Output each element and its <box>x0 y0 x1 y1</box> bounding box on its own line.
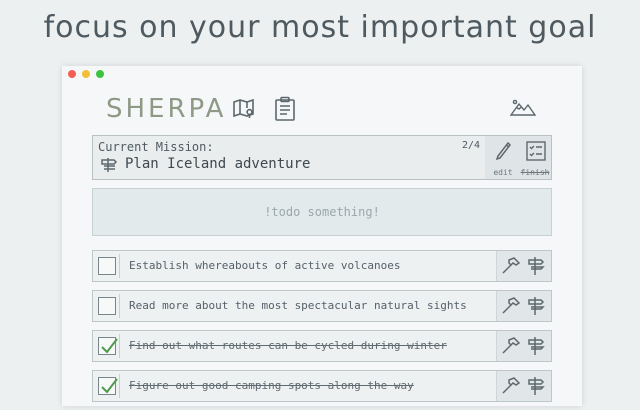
task-list: Establish whereabouts of active volcanoe… <box>92 250 552 410</box>
signpost-icon <box>99 157 119 177</box>
headline: focus on your most important goal <box>43 10 597 45</box>
mission-title: Plan Iceland adventure <box>125 156 311 172</box>
check-icon <box>101 378 118 394</box>
close-window-button[interactable] <box>68 70 76 78</box>
task-checkbox[interactable] <box>96 254 120 278</box>
task-text: Establish whereabouts of active volcanoe… <box>129 259 401 272</box>
finish-mission-button[interactable]: finish <box>519 136 551 179</box>
finish-label: finish <box>520 168 550 177</box>
task-actions <box>496 331 551 361</box>
pencil-icon <box>495 141 511 161</box>
checklist-icon <box>526 141 546 161</box>
signpost-icon[interactable] <box>526 336 548 356</box>
hammer-icon[interactable] <box>500 336 522 356</box>
app-window: SHERPA Current Mission: 2/4 Plan Iceland… <box>62 66 582 406</box>
mission-label: Current Mission: <box>98 140 214 154</box>
edit-label: edit <box>493 168 513 177</box>
clipboard-icon[interactable] <box>274 96 296 126</box>
task-item: Figure out good camping spots along the … <box>92 370 552 402</box>
task-actions <box>496 371 551 401</box>
brand-logo: SHERPA <box>106 94 227 124</box>
task-text: Find out what routes can be cycled durin… <box>129 339 447 352</box>
hammer-icon[interactable] <box>500 376 522 396</box>
check-icon <box>101 338 118 354</box>
mission-actions: edit finish <box>485 136 551 179</box>
signpost-icon[interactable] <box>526 296 548 316</box>
mission-progress: 2/4 <box>462 140 481 151</box>
hammer-icon[interactable] <box>500 256 522 276</box>
edit-mission-button[interactable]: edit <box>487 136 519 179</box>
task-item: Find out what routes can be cycled durin… <box>92 330 552 362</box>
task-checkbox[interactable] <box>96 374 120 398</box>
map-pin-icon[interactable] <box>232 97 256 125</box>
signpost-icon[interactable] <box>526 256 548 276</box>
task-actions <box>496 291 551 321</box>
task-actions <box>496 251 551 281</box>
current-mission-panel: Current Mission: 2/4 Plan Iceland advent… <box>92 135 552 180</box>
task-text: Figure out good camping spots along the … <box>129 379 414 392</box>
task-checkbox[interactable] <box>96 294 120 318</box>
todo-input[interactable] <box>92 188 552 236</box>
mountains-icon[interactable] <box>509 99 537 121</box>
maximize-window-button[interactable] <box>96 70 104 78</box>
task-item: Read more about the most spectacular nat… <box>92 290 552 322</box>
task-checkbox[interactable] <box>96 334 120 358</box>
hammer-icon[interactable] <box>500 296 522 316</box>
minimize-window-button[interactable] <box>82 70 90 78</box>
titlebar <box>62 66 582 82</box>
task-text: Read more about the most spectacular nat… <box>129 299 467 312</box>
task-item: Establish whereabouts of active volcanoe… <box>92 250 552 282</box>
signpost-icon[interactable] <box>526 376 548 396</box>
